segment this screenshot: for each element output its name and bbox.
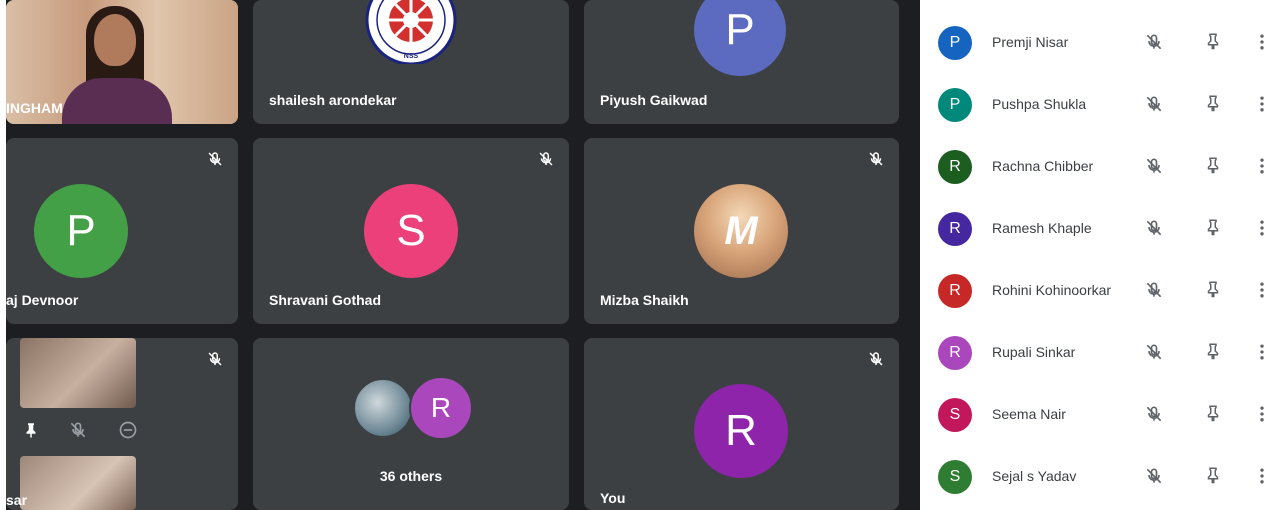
person-name: Sejal s Yadav bbox=[992, 468, 1077, 484]
mic-off-icon[interactable] bbox=[1144, 218, 1164, 238]
people-list-item[interactable]: R Ramesh Khaple bbox=[920, 194, 1279, 256]
people-list-item[interactable]: S Sejal s Yadav bbox=[920, 442, 1279, 504]
others-count: 36 others bbox=[379, 468, 443, 484]
pin-icon[interactable] bbox=[1204, 217, 1222, 237]
mic-off-icon bbox=[869, 152, 883, 166]
remove-icon[interactable] bbox=[118, 420, 138, 440]
participant-name: Shravani Gothad bbox=[269, 292, 382, 308]
person-name: Pushpa Shukla bbox=[992, 96, 1087, 112]
mic-off-icon[interactable] bbox=[1144, 94, 1164, 114]
pin-icon[interactable] bbox=[1204, 279, 1222, 299]
more-options-icon[interactable] bbox=[1256, 466, 1268, 486]
participant-tile-shravani[interactable]: S Shravani Gothad bbox=[253, 138, 569, 324]
people-list-item[interactable]: R Rohini Kohinoorkar bbox=[920, 256, 1279, 318]
video-thumbnail-lower bbox=[20, 456, 136, 510]
mic-off-icon[interactable] bbox=[1144, 156, 1164, 176]
svg-text:NSS: NSS bbox=[404, 53, 419, 60]
pin-icon[interactable] bbox=[1204, 31, 1222, 51]
person-avatar: S bbox=[938, 460, 972, 494]
presenter-name: INGHAM bbox=[6, 100, 63, 116]
pin-icon[interactable] bbox=[22, 420, 40, 440]
participant-tile-others[interactable]: R 36 others bbox=[253, 338, 569, 510]
person-avatar: R bbox=[938, 150, 972, 184]
participant-name: sar bbox=[6, 492, 28, 508]
participant-name: Piyush Gaikwad bbox=[600, 92, 708, 108]
presenter-video-tile[interactable]: INGHAM bbox=[6, 0, 238, 124]
participant-tile-piyush[interactable]: P Piyush Gaikwad bbox=[584, 0, 899, 124]
mic-off-icon[interactable] bbox=[1144, 342, 1164, 362]
people-panel: P Premji Nisar P Pushpa Shukla R Rachna … bbox=[920, 0, 1279, 510]
participant-avatar: S bbox=[364, 184, 458, 278]
mic-off-icon bbox=[869, 352, 883, 366]
person-name: Seema Nair bbox=[992, 406, 1066, 422]
mic-off-icon[interactable] bbox=[1144, 466, 1164, 486]
more-options-icon[interactable] bbox=[1256, 280, 1268, 300]
person-avatar: P bbox=[938, 26, 972, 60]
video-thumbnail bbox=[20, 338, 136, 408]
participant-name: aj Devnoor bbox=[6, 292, 79, 308]
pin-icon[interactable] bbox=[1204, 93, 1222, 113]
meeting-stage: INGHAM NSS shailesh arondekar P Piyush G… bbox=[0, 0, 1279, 510]
people-list-item[interactable]: P Premji Nisar bbox=[920, 8, 1279, 70]
participant-name: shailesh arondekar bbox=[269, 92, 397, 108]
people-list-item[interactable]: R Rachna Chibber bbox=[920, 132, 1279, 194]
mic-off-icon bbox=[208, 352, 222, 366]
more-options-icon[interactable] bbox=[1256, 218, 1268, 238]
mic-off-icon bbox=[208, 152, 222, 166]
pin-icon[interactable] bbox=[1204, 155, 1222, 175]
person-avatar: S bbox=[938, 398, 972, 432]
people-list-item[interactable]: P Pushpa Shukla bbox=[920, 70, 1279, 132]
more-options-icon[interactable] bbox=[1256, 156, 1268, 176]
participant-tile-devnoor[interactable]: P aj Devnoor bbox=[6, 138, 238, 324]
mic-off-icon[interactable] bbox=[1144, 404, 1164, 424]
pin-icon[interactable] bbox=[1204, 341, 1222, 361]
participant-name: You bbox=[600, 490, 626, 506]
participant-tile-you[interactable]: R You bbox=[584, 338, 899, 510]
mic-off-icon[interactable] bbox=[1144, 32, 1164, 52]
people-list-item[interactable]: R Rupali Sinkar bbox=[920, 318, 1279, 380]
participant-avatar-photo: M bbox=[694, 184, 788, 278]
mic-off-icon[interactable] bbox=[1144, 280, 1164, 300]
pin-icon[interactable] bbox=[1204, 465, 1222, 485]
video-person-body bbox=[62, 78, 172, 124]
person-avatar: P bbox=[938, 88, 972, 122]
more-options-icon[interactable] bbox=[1256, 32, 1268, 52]
person-name: Premji Nisar bbox=[992, 34, 1069, 50]
video-person-face bbox=[94, 14, 136, 66]
pin-icon[interactable] bbox=[1204, 403, 1222, 423]
participant-name: Mizba Shaikh bbox=[600, 292, 689, 308]
person-name: Rupali Sinkar bbox=[992, 344, 1076, 360]
participant-tile-mizba[interactable]: M Mizba Shaikh bbox=[584, 138, 899, 324]
mic-off-icon[interactable] bbox=[68, 420, 88, 440]
person-name: Rachna Chibber bbox=[992, 158, 1094, 174]
more-options-icon[interactable] bbox=[1256, 94, 1268, 114]
person-name: Ramesh Khaple bbox=[992, 220, 1092, 236]
person-avatar: R bbox=[938, 212, 972, 246]
participant-avatar: R bbox=[409, 376, 473, 440]
person-name: Rohini Kohinoorkar bbox=[992, 282, 1112, 298]
participant-avatar: P bbox=[694, 0, 786, 76]
tile-hover-controls bbox=[14, 416, 144, 446]
person-avatar: R bbox=[938, 274, 972, 308]
nss-logo-icon: NSS bbox=[365, 0, 457, 64]
participant-tile-shailesh[interactable]: NSS shailesh arondekar bbox=[253, 0, 569, 124]
mic-off-icon bbox=[539, 152, 553, 166]
others-photo-avatar bbox=[353, 378, 413, 438]
person-avatar: R bbox=[938, 336, 972, 370]
participant-avatar: P bbox=[34, 184, 128, 278]
more-options-icon[interactable] bbox=[1256, 404, 1268, 424]
people-list-item[interactable]: S Seema Nair bbox=[920, 380, 1279, 442]
participant-avatar: R bbox=[694, 384, 788, 478]
more-options-icon[interactable] bbox=[1256, 342, 1268, 362]
